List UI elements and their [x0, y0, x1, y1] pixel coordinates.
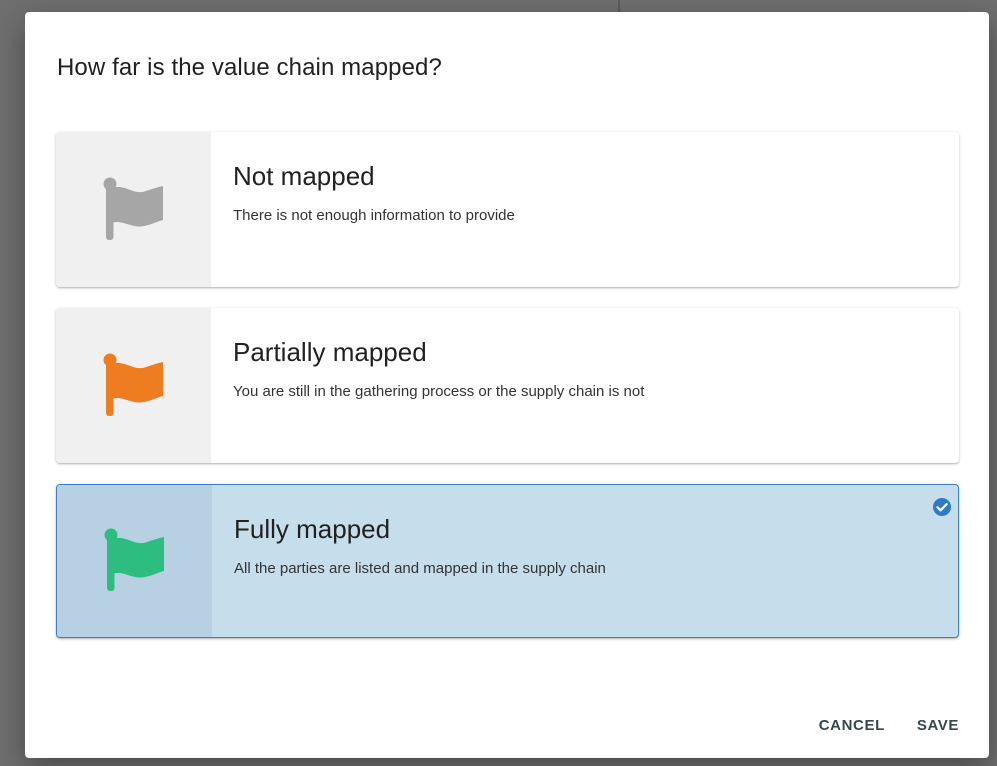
- check-circle-icon: [932, 497, 952, 522]
- mapping-dialog: How far is the value chain mapped? Not m…: [25, 12, 989, 758]
- save-button[interactable]: SAVE: [915, 713, 961, 738]
- option-title: Partially mapped: [233, 337, 427, 367]
- option-icon-panel: [56, 132, 211, 287]
- option-fully-mapped[interactable]: Fully mapped All the parties are listed …: [56, 484, 959, 638]
- background-divider: [618, 0, 620, 12]
- option-description: You are still in the gathering process o…: [233, 383, 645, 400]
- option-icon-panel: [57, 485, 212, 637]
- dialog-title: How far is the value chain mapped?: [57, 54, 442, 81]
- flag-icon: [101, 525, 169, 597]
- option-title: Fully mapped: [234, 514, 391, 544]
- option-description: There is not enough information to provi…: [233, 207, 515, 224]
- option-title: Not mapped: [233, 161, 375, 191]
- dialog-actions: CANCEL SAVE: [817, 713, 961, 738]
- option-description: All the parties are listed and mapped in…: [234, 560, 606, 577]
- flag-icon: [100, 174, 168, 246]
- flag-icon: [100, 350, 168, 422]
- option-partially-mapped[interactable]: Partially mapped You are still in the ga…: [56, 308, 959, 463]
- option-not-mapped[interactable]: Not mapped There is not enough informati…: [56, 132, 959, 287]
- option-icon-panel: [56, 308, 211, 463]
- cancel-button[interactable]: CANCEL: [817, 713, 887, 738]
